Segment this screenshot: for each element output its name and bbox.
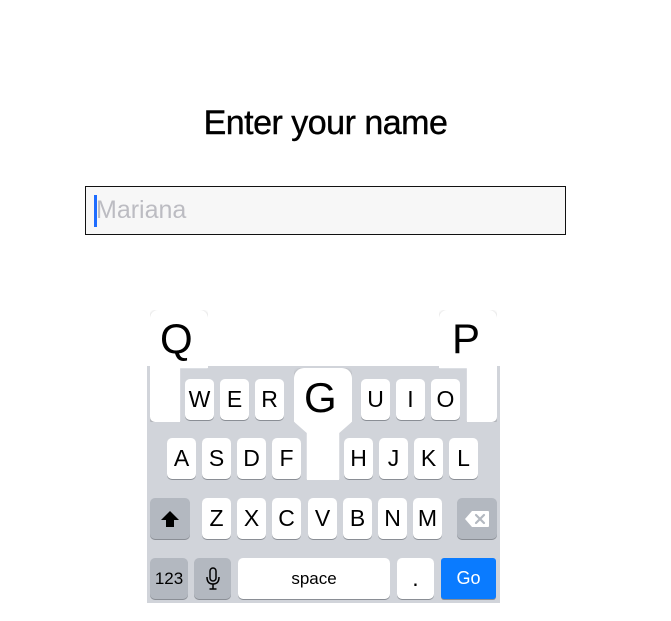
popup-letter-p: P [452, 315, 481, 362]
key-label: W [188, 386, 211, 412]
period-key[interactable]: . [397, 558, 434, 599]
page: Enter your name W E R U I O A S D F H J … [0, 0, 671, 621]
name-input[interactable] [96, 187, 556, 234]
key-label: R [261, 386, 278, 412]
key-v[interactable]: V [308, 498, 337, 539]
key-label: X [243, 505, 260, 531]
key-d[interactable]: D [237, 438, 266, 479]
numbers-key[interactable]: 123 [150, 558, 188, 599]
key-c[interactable]: C [272, 498, 301, 539]
key-r[interactable]: R [255, 379, 284, 420]
key-label: O [436, 386, 455, 412]
key-label: V [314, 505, 331, 531]
key-label: F [279, 445, 294, 471]
key-label: S [208, 445, 225, 471]
popup-letter-q: Q [160, 315, 193, 362]
delete-icon [465, 510, 489, 527]
key-label: C [278, 505, 295, 531]
key-k[interactable]: K [414, 438, 443, 479]
key-label: Go [456, 568, 481, 588]
key-label: M [417, 505, 438, 531]
key-i[interactable]: I [396, 379, 425, 420]
key-label: U [367, 386, 384, 412]
key-label: Z [209, 505, 224, 531]
go-key[interactable]: Go [441, 558, 496, 599]
key-l[interactable]: L [449, 438, 478, 479]
delete-key[interactable] [457, 498, 497, 539]
microphone-icon [205, 566, 220, 590]
key-label: E [226, 386, 243, 412]
key-w[interactable]: W [185, 379, 214, 420]
shift-icon [161, 510, 179, 527]
key-b[interactable]: B [343, 498, 372, 539]
key-a[interactable]: A [167, 438, 196, 479]
key-x[interactable]: X [237, 498, 266, 539]
page-title: Enter your name [203, 104, 448, 142]
space-key[interactable]: space [238, 558, 390, 599]
key-label: 123 [154, 568, 184, 588]
key-j[interactable]: J [379, 438, 408, 479]
key-label: J [387, 445, 400, 471]
key-n[interactable]: N [378, 498, 407, 539]
key-label: B [349, 505, 366, 531]
key-s[interactable]: S [202, 438, 231, 479]
name-field[interactable] [85, 186, 566, 235]
key-label: I [407, 386, 414, 412]
key-label: L [457, 445, 470, 471]
key-label: N [384, 505, 401, 531]
shift-key[interactable] [150, 498, 190, 539]
key-o[interactable]: O [431, 379, 460, 420]
key-h[interactable]: H [344, 438, 373, 479]
key-e[interactable]: E [220, 379, 249, 420]
key-z[interactable]: Z [202, 498, 231, 539]
dictation-key[interactable] [194, 558, 231, 599]
key-label: . [412, 565, 419, 591]
key-label: space [291, 568, 337, 588]
key-label: K [420, 445, 437, 471]
key-f[interactable]: F [272, 438, 301, 479]
key-label: D [243, 445, 260, 471]
popup-letter-g: G [304, 374, 337, 421]
key-u[interactable]: U [361, 379, 390, 420]
key-label: H [350, 445, 367, 471]
key-label: A [173, 445, 190, 471]
key-m[interactable]: M [413, 498, 442, 539]
